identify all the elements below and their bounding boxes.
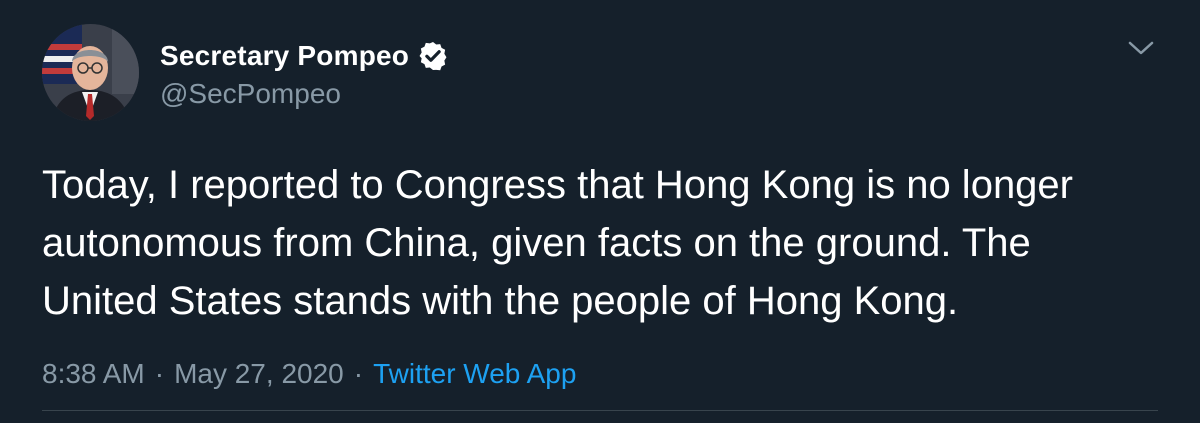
tweet-text: Today, I reported to Congress that Hong …: [42, 163, 1073, 323]
meta-separator: ·: [154, 358, 165, 389]
tweet-time[interactable]: 8:38 AM: [42, 358, 145, 390]
avatar[interactable]: [42, 24, 139, 121]
verified-badge-icon: [417, 40, 449, 72]
tweet-date[interactable]: May 27, 2020: [174, 358, 344, 390]
tweet-card: Secretary Pompeo @SecPompeo Today, I rep…: [0, 0, 1200, 423]
divider: [42, 410, 1158, 411]
author-name-row[interactable]: Secretary Pompeo: [160, 38, 449, 74]
author-display-name[interactable]: Secretary Pompeo: [160, 40, 409, 72]
avatar-image: [42, 24, 139, 121]
meta-separator: ·: [353, 358, 364, 389]
tweet-source-link[interactable]: Twitter Web App: [373, 358, 576, 390]
author-handle[interactable]: @SecPompeo: [160, 78, 341, 110]
chevron-down-icon[interactable]: [1126, 36, 1156, 60]
tweet-meta: 8:38 AM · May 27, 2020 · Twitter Web App: [42, 358, 576, 390]
